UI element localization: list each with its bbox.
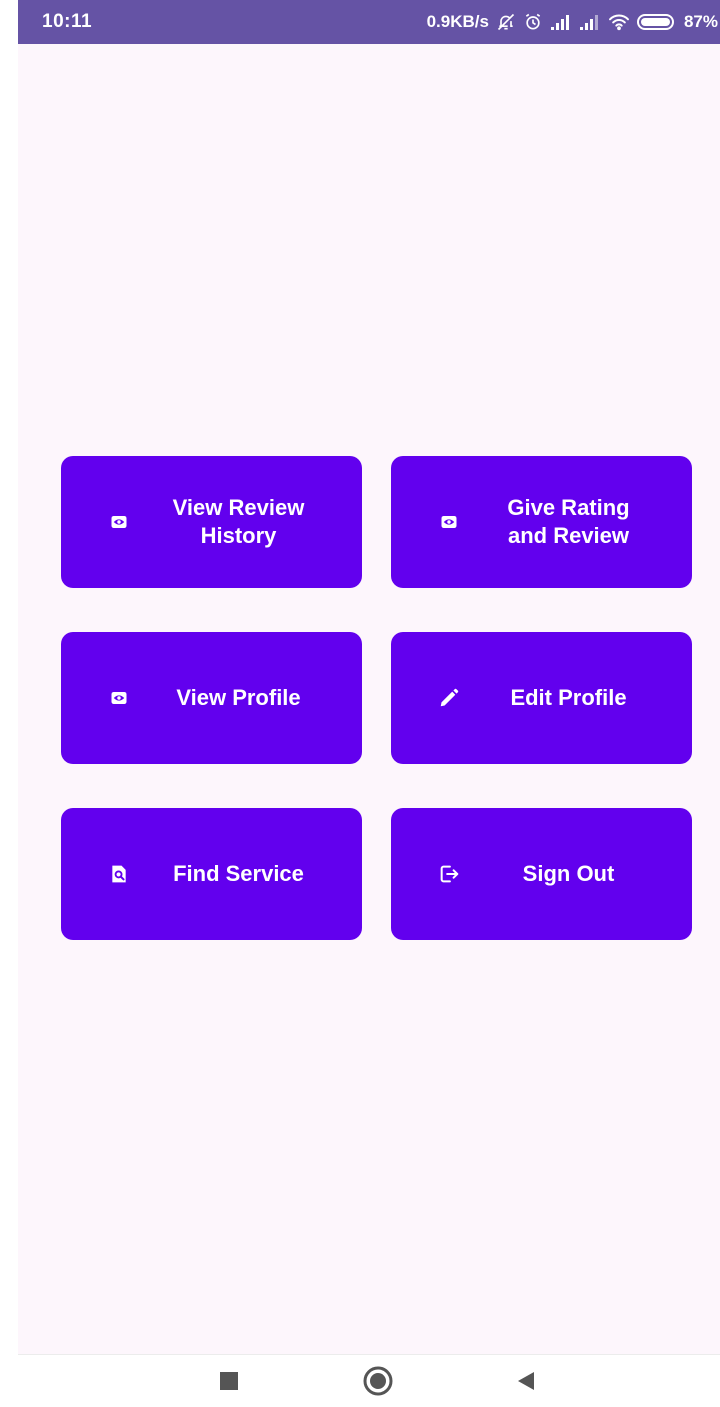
edit-profile-button[interactable]: Edit Profile bbox=[391, 632, 692, 764]
bell-muted-icon bbox=[496, 12, 516, 32]
eye-icon bbox=[108, 687, 130, 709]
eye-icon bbox=[108, 511, 130, 533]
screen: 10:11 0.9KB/s 87% View Review History Gi… bbox=[0, 0, 720, 1407]
button-label: Give Rating and Review bbox=[507, 495, 630, 548]
button-label: View Review History bbox=[172, 495, 305, 548]
wifi-icon bbox=[608, 13, 630, 31]
system-navigation-bar bbox=[18, 1354, 720, 1407]
give-rating-and-review-button[interactable]: Give Rating and Review bbox=[391, 456, 692, 588]
eye-icon bbox=[438, 511, 460, 533]
left-edge-strip bbox=[0, 0, 18, 1407]
button-label: Sign Out bbox=[522, 861, 615, 886]
recents-square-icon[interactable] bbox=[219, 1371, 239, 1391]
main-content: View Review History Give Rating and Revi… bbox=[18, 44, 720, 1354]
button-label: Edit Profile bbox=[510, 685, 627, 710]
alarm-icon bbox=[523, 12, 543, 32]
find-service-button[interactable]: Find Service bbox=[61, 808, 362, 940]
sign-out-button[interactable]: Sign Out bbox=[391, 808, 692, 940]
back-triangle-icon[interactable] bbox=[517, 1371, 535, 1391]
signal-icon bbox=[579, 13, 601, 31]
pencil-icon bbox=[438, 687, 460, 709]
network-speed: 0.9KB/s bbox=[426, 12, 489, 31]
battery-percent: 87% bbox=[683, 12, 718, 31]
view-profile-button[interactable]: View Profile bbox=[61, 632, 362, 764]
home-circle-icon[interactable] bbox=[362, 1365, 394, 1397]
status-time: 10:11 bbox=[42, 11, 93, 32]
status-bar: 10:11 0.9KB/s 87% bbox=[18, 0, 720, 44]
button-label: View Profile bbox=[176, 685, 301, 710]
view-review-history-button[interactable]: View Review History bbox=[61, 456, 362, 588]
signal-icon bbox=[550, 13, 572, 31]
status-indicators: 0.9KB/s 87% bbox=[427, 12, 718, 32]
logout-icon bbox=[438, 863, 460, 885]
button-label: Find Service bbox=[173, 861, 304, 886]
battery-icon bbox=[636, 13, 677, 31]
find-in-page-icon bbox=[108, 863, 130, 885]
